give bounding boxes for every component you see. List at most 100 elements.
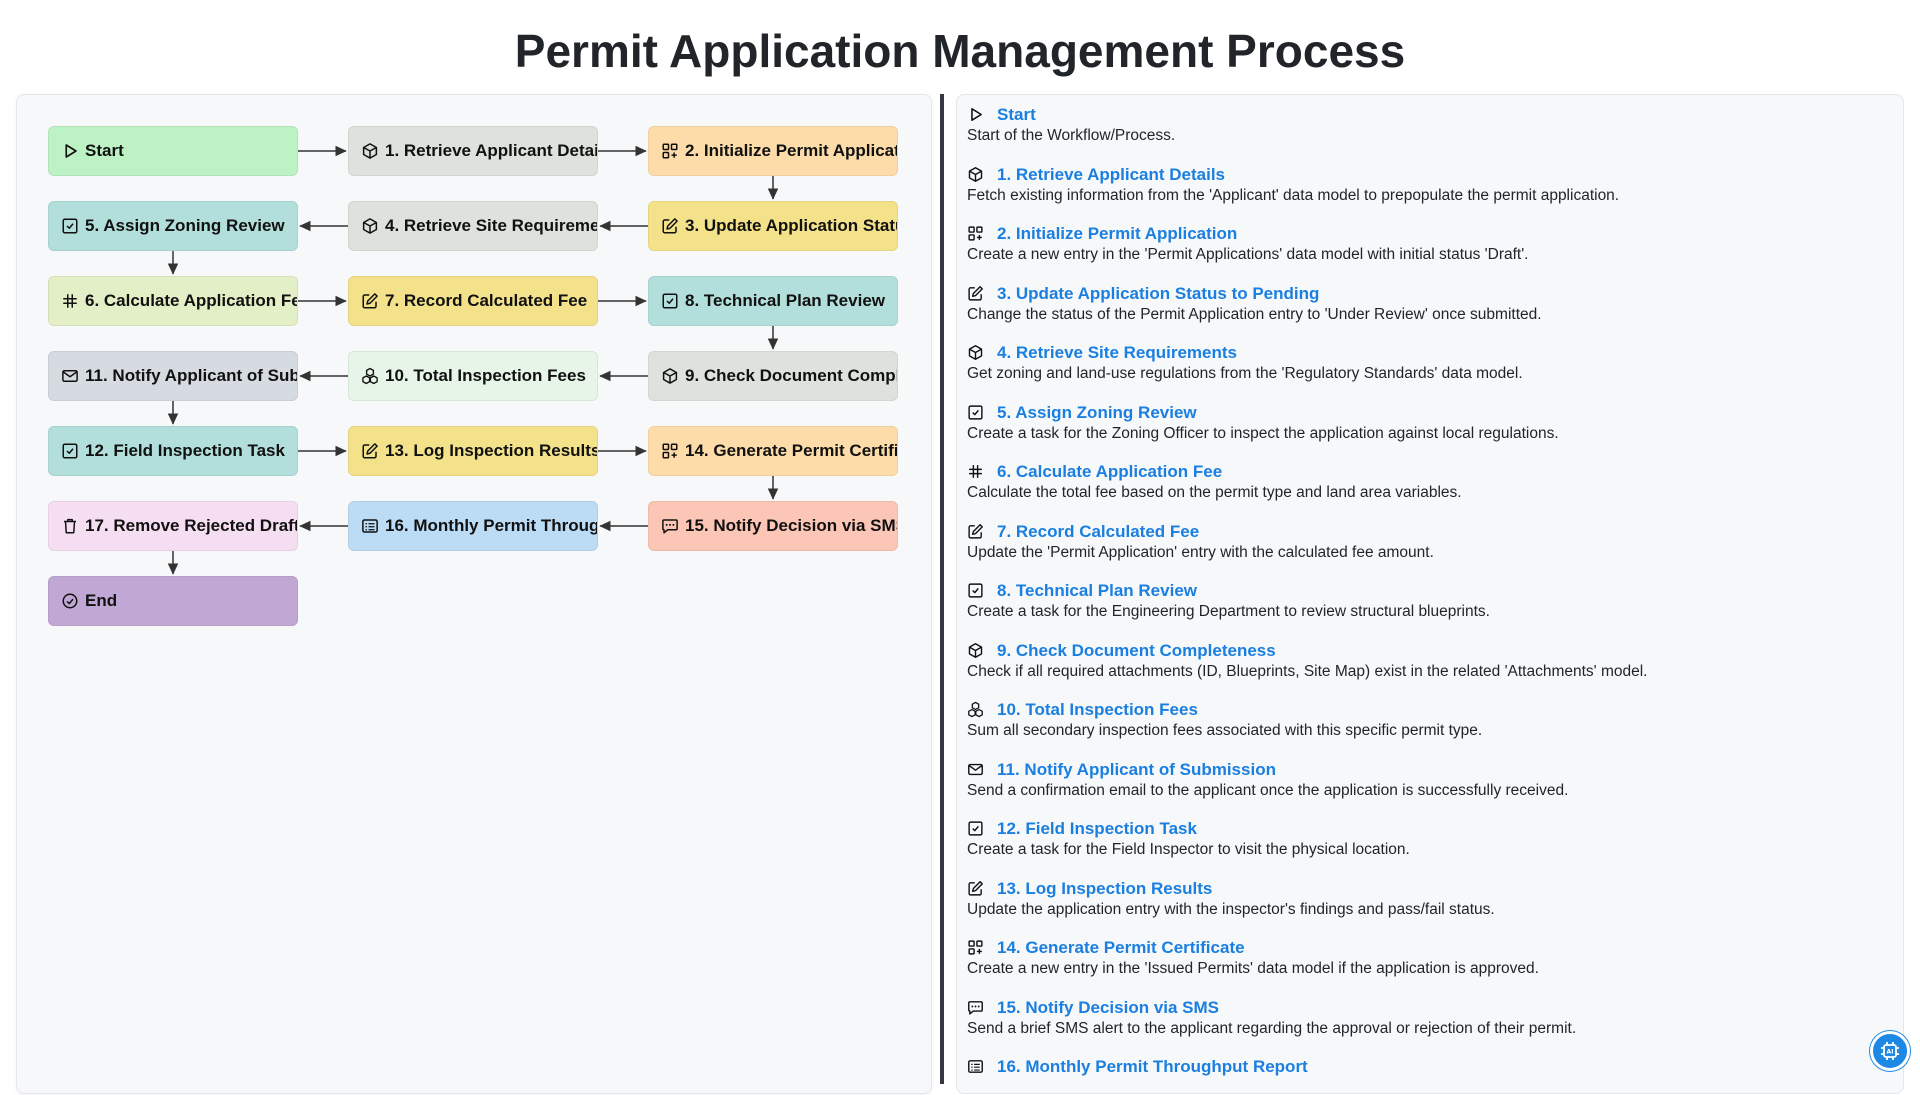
- flow-node-1[interactable]: 1. Retrieve Applicant Detail: [348, 126, 598, 176]
- checkbox-icon: [661, 292, 679, 310]
- detail-title[interactable]: 3. Update Application Status to Pending: [997, 284, 1319, 304]
- flow-node-10[interactable]: 10. Total Inspection Fees: [348, 351, 598, 401]
- flow-node-label: 1. Retrieve Applicant Detail: [385, 141, 597, 160]
- flow-node-2[interactable]: 2. Initialize Permit Applicati: [648, 126, 898, 176]
- flow-node-label: 15. Notify Decision via SMS: [685, 516, 897, 535]
- cube-icon: [967, 642, 985, 660]
- detail-item: 6. Calculate Application Fee Calculate th…: [967, 461, 1887, 503]
- detail-item: 4. Retrieve Site Requirements Get zoning …: [967, 342, 1887, 384]
- edit-icon: [361, 292, 379, 310]
- detail-item: 1. Retrieve Applicant Details Fetch exist…: [967, 164, 1887, 206]
- details-panel: Start Start of the Workflow/Process. 1. Re…: [956, 94, 1904, 1094]
- grid-icon: [967, 939, 985, 957]
- detail-description: Create a task for the Engineering Depart…: [967, 603, 1490, 620]
- detail-title[interactable]: 16. Monthly Permit Throughput Report: [997, 1057, 1308, 1077]
- cube-icon: [661, 367, 679, 385]
- play-icon: [967, 106, 985, 124]
- flow-node-7[interactable]: 7. Record Calculated Fee: [348, 276, 598, 326]
- checkbox-icon: [967, 820, 985, 838]
- flow-node-label: 8. Technical Plan Review: [685, 291, 885, 310]
- detail-item: 15. Notify Decision via SMS Send a brief …: [967, 997, 1887, 1039]
- flow-node-16[interactable]: 16. Monthly Permit Througl: [348, 501, 598, 551]
- cube-icon: [967, 166, 985, 184]
- flow-node-label: 10. Total Inspection Fees: [385, 366, 586, 385]
- checkbox-icon: [61, 217, 79, 235]
- chat-icon: [661, 517, 679, 535]
- detail-item: 16. Monthly Permit Throughput Report: [967, 1056, 1887, 1078]
- detail-title[interactable]: 7. Record Calculated Fee: [997, 522, 1199, 542]
- detail-title[interactable]: 8. Technical Plan Review: [997, 581, 1197, 601]
- cubes-icon: [361, 367, 379, 385]
- flow-node-label: 5. Assign Zoning Review: [85, 216, 285, 235]
- flow-node-label: 3. Update Application Statu: [685, 216, 897, 235]
- detail-title[interactable]: 1. Retrieve Applicant Details: [997, 165, 1225, 185]
- flow-node-label: End: [85, 591, 118, 610]
- detail-item: Start Start of the Workflow/Process.: [967, 104, 1887, 146]
- edit-icon: [967, 523, 985, 541]
- flow-node-17[interactable]: 17. Remove Rejected Drafts: [48, 501, 298, 551]
- cube-icon: [361, 142, 379, 160]
- page-title: Permit Application Management Process: [514, 25, 1406, 77]
- flow-node-4[interactable]: 4. Retrieve Site Requiremer: [348, 201, 598, 251]
- flow-node-18[interactable]: End: [48, 576, 298, 626]
- flow-node-9[interactable]: 9. Check Document Compl: [648, 351, 898, 401]
- checkbox-icon: [967, 404, 985, 422]
- detail-item: 14. Generate Permit Certificate Create a …: [967, 937, 1887, 979]
- detail-title[interactable]: 5. Assign Zoning Review: [997, 403, 1197, 423]
- flow-node-label: 16. Monthly Permit Througl: [385, 516, 597, 535]
- detail-title[interactable]: 9. Check Document Completeness: [997, 641, 1276, 661]
- hash-icon: [967, 463, 985, 481]
- cube-icon: [361, 217, 379, 235]
- flow-node-6[interactable]: 6. Calculate Application Fe: [48, 276, 298, 326]
- cubes-icon: [967, 701, 985, 719]
- detail-item: 8. Technical Plan Review Create a task fo…: [967, 580, 1887, 622]
- mail-icon: [967, 761, 985, 779]
- chat-icon: [967, 999, 985, 1017]
- hash-icon: [61, 292, 79, 310]
- flow-node-label: 13. Log Inspection Results: [385, 441, 597, 460]
- detail-title[interactable]: 4. Retrieve Site Requirements: [997, 343, 1237, 363]
- flow-node-12[interactable]: 12. Field Inspection Task: [48, 426, 298, 476]
- flow-node-0[interactable]: Start: [48, 126, 298, 176]
- detail-title[interactable]: 2. Initialize Permit Application: [997, 224, 1237, 244]
- check-circle-icon: [61, 592, 79, 610]
- grid-icon: [967, 225, 985, 243]
- flow-node-label: 6. Calculate Application Fe: [85, 291, 297, 310]
- flow-node-label: 11. Notify Applicant of Subi: [85, 366, 297, 385]
- detail-description: Create a new entry in the 'Permit Applic…: [967, 246, 1529, 263]
- assistant-button[interactable]: AI: [1870, 1031, 1910, 1071]
- trash-icon: [61, 517, 79, 535]
- detail-description: Start of the Workflow/Process.: [967, 127, 1176, 144]
- detail-description: Create a task for the Field Inspector to…: [967, 841, 1410, 858]
- detail-item: 7. Record Calculated Fee Update the 'Perm…: [967, 521, 1887, 563]
- detail-title[interactable]: 6. Calculate Application Fee: [997, 462, 1222, 482]
- detail-description: Send a confirmation email to the applica…: [967, 781, 1569, 799]
- detail-title[interactable]: 15. Notify Decision via SMS: [997, 998, 1219, 1018]
- flow-node-label: Start: [85, 141, 124, 160]
- report-icon: [361, 517, 379, 535]
- detail-item: 13. Log Inspection Results Update the app…: [967, 878, 1887, 920]
- detail-description: Update the 'Permit Application' entry wi…: [967, 543, 1434, 561]
- detail-title[interactable]: 14. Generate Permit Certificate: [997, 938, 1245, 958]
- flow-node-label: 4. Retrieve Site Requiremer: [385, 216, 597, 235]
- flow-node-13[interactable]: 13. Log Inspection Results: [348, 426, 598, 476]
- detail-title[interactable]: 13. Log Inspection Results: [997, 879, 1212, 899]
- mail-icon: [61, 367, 79, 385]
- detail-title[interactable]: 11. Notify Applicant of Submission: [997, 760, 1276, 780]
- flow-node-15[interactable]: 15. Notify Decision via SMS: [648, 501, 898, 551]
- flow-node-5[interactable]: 5. Assign Zoning Review: [48, 201, 298, 251]
- detail-item: 5. Assign Zoning Review Create a task for…: [967, 402, 1887, 444]
- detail-title[interactable]: 12. Field Inspection Task: [997, 819, 1197, 839]
- play-icon: [61, 142, 79, 160]
- flowchart-panel: Start 1. Retrieve Applicant Detail 2. Init…: [16, 94, 932, 1094]
- flow-node-14[interactable]: 14. Generate Permit Certific: [648, 426, 898, 476]
- detail-title[interactable]: Start: [997, 105, 1036, 125]
- flow-node-label: 14. Generate Permit Certific: [685, 441, 897, 460]
- panel-divider[interactable]: [940, 94, 944, 1084]
- flow-node-8[interactable]: 8. Technical Plan Review: [648, 276, 898, 326]
- detail-item: 12. Field Inspection Task Create a task f…: [967, 818, 1887, 860]
- flow-node-3[interactable]: 3. Update Application Statu: [648, 201, 898, 251]
- detail-title[interactable]: 10. Total Inspection Fees: [997, 700, 1198, 720]
- flow-node-11[interactable]: 11. Notify Applicant of Subi: [48, 351, 298, 401]
- report-icon: [967, 1058, 985, 1076]
